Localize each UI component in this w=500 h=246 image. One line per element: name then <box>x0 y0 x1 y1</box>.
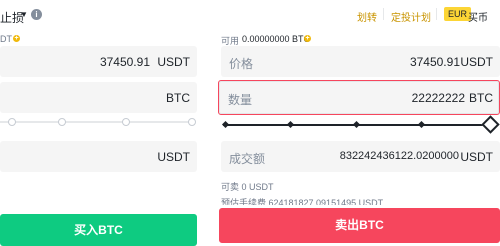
sell-amount-label: 数量 <box>228 93 253 107</box>
sellable-text: 可卖 0 USDT <box>221 182 274 192</box>
slider-mark-25[interactable] <box>8 118 16 126</box>
slider-mark-75[interactable] <box>417 120 426 129</box>
info-icon[interactable]: i <box>31 9 42 20</box>
slider-mark-50[interactable] <box>352 120 361 129</box>
slider-mark-50[interactable] <box>58 118 66 126</box>
slider-mark-100[interactable] <box>188 118 196 126</box>
buy-available-unit: DT <box>0 34 12 44</box>
sell-price-unit: USDT <box>460 55 493 69</box>
sell-total-value: 832242436122.0200000 <box>339 150 459 162</box>
slider-mark-25[interactable] <box>286 120 295 129</box>
buy-amount-input[interactable]: BTC <box>0 82 197 113</box>
buy-price-value: 37450.91 <box>99 55 150 69</box>
buy-amount-unit: BTC <box>166 91 190 105</box>
buy-price-unit: USDT <box>157 55 190 69</box>
sell-amount-input[interactable]: 数量 22222222 BTC <box>218 80 500 115</box>
divider <box>383 8 384 20</box>
transfer-link[interactable]: 划转 <box>357 9 377 24</box>
scheduled-investment-link[interactable]: 定投计划 <box>391 9 431 24</box>
order-toolbar: 止损 ▼ i 划转 定投计划 EUR 买币 <box>0 0 500 28</box>
sell-available-value: 0.00000000 BTC <box>242 34 311 44</box>
add-funds-icon[interactable]: + <box>304 35 311 42</box>
sell-amount-unit: BTC <box>469 91 493 105</box>
sell-total-unit: USDT <box>460 150 493 164</box>
sell-percent-slider[interactable] <box>221 115 500 134</box>
buy-total-input[interactable]: USDT <box>0 141 197 172</box>
sell-btc-button[interactable]: 卖出BTC <box>219 208 500 243</box>
sell-total-input[interactable]: 成交额 832242436122.0200000 USDT <box>221 141 500 172</box>
slider-track <box>0 121 193 123</box>
slider-mark-75[interactable] <box>122 118 130 126</box>
caret-down-icon[interactable]: ▼ <box>20 10 28 19</box>
buy-percent-slider[interactable] <box>0 115 197 129</box>
sell-total-label: 成交额 <box>229 152 266 166</box>
sell-amount-value: 22222222 <box>411 91 465 105</box>
sell-price-label: 价格 <box>229 57 254 71</box>
divider <box>436 8 437 20</box>
add-funds-icon[interactable]: + <box>13 35 20 42</box>
buy-price-input[interactable]: 37450.91 USDT <box>0 46 197 77</box>
buy-crypto-link[interactable]: 买币 <box>468 9 488 24</box>
buy-total-unit: USDT <box>157 150 190 164</box>
currency-badge[interactable]: EUR <box>444 7 472 21</box>
slider-handle[interactable] <box>481 115 500 134</box>
estimated-fee-text: 预估手续费 624181827.09151495 USDT <box>221 198 384 205</box>
sell-price-input[interactable]: 价格 37450.91 USDT <box>221 46 500 77</box>
sell-price-value: 37450.91 <box>409 55 460 69</box>
buy-btc-button[interactable]: 买入BTC <box>0 214 197 246</box>
slider-mark-0[interactable] <box>221 120 230 129</box>
